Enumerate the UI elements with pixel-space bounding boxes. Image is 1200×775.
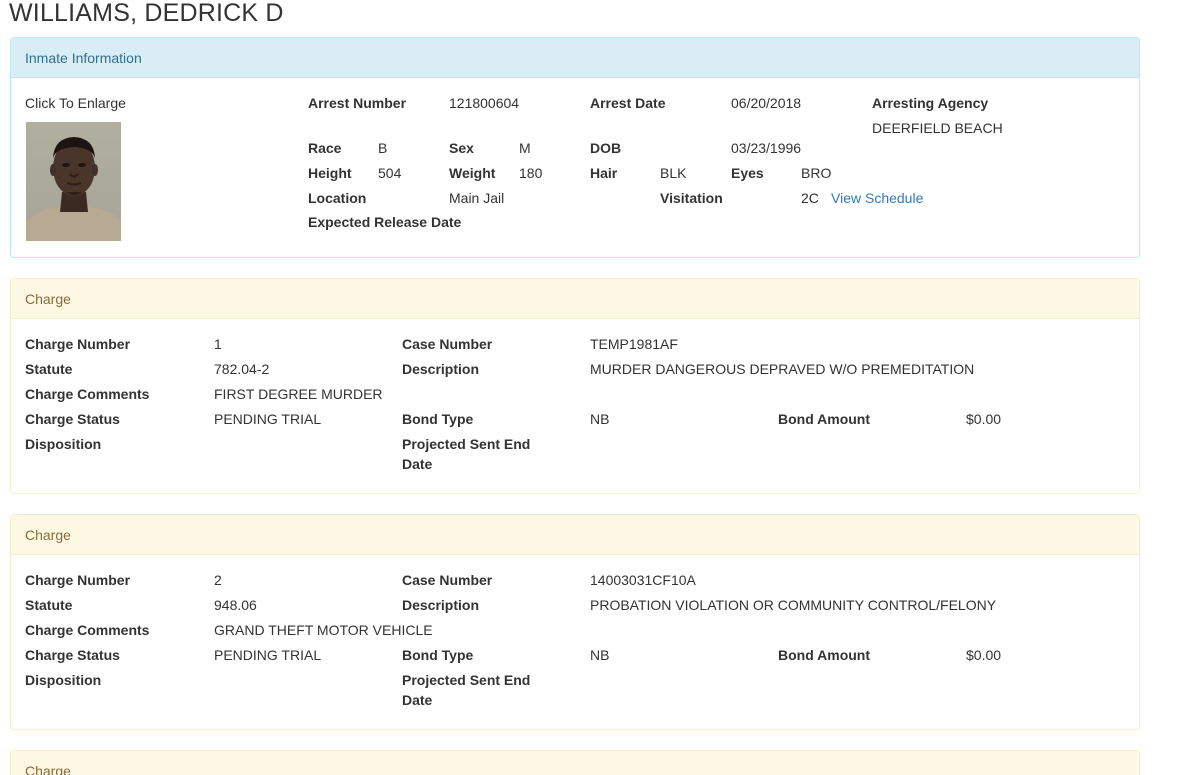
statute-label: Statute — [25, 597, 73, 613]
description-value: MURDER DANGEROUS DEPRAVED W/O PREMEDITAT… — [590, 361, 975, 377]
view-schedule-link[interactable]: View Schedule — [831, 188, 923, 208]
charge-comments-value: GRAND THEFT MOTOR VEHICLE — [214, 622, 433, 638]
charge-panel-1: Charge Charge Number 1 Case Number TEMP1… — [10, 278, 1140, 494]
charge-number-value: 1 — [214, 336, 222, 352]
height-value: 504 — [378, 165, 402, 181]
bond-type-label: Bond Type — [402, 647, 474, 663]
visitation-value: 2C — [801, 190, 819, 206]
bond-amount-value: $0.00 — [966, 411, 1002, 427]
location-label: Location — [308, 190, 367, 206]
description-label: Description — [402, 361, 480, 377]
hair-value: BLK — [660, 165, 687, 181]
page-title: WILLIAMS, DEDRICK D — [9, 0, 284, 27]
height-label: Height — [308, 165, 352, 181]
race-value: B — [378, 140, 388, 156]
bond-amount-label: Bond Amount — [778, 647, 871, 663]
inmate-photo[interactable] — [26, 122, 121, 241]
arrest-number-label: Arrest Number — [308, 95, 407, 111]
case-number-value: 14003031CF10A — [590, 572, 696, 588]
sex-label: Sex — [449, 140, 474, 156]
mugshot-image — [26, 137, 121, 241]
projected-sent-end-label: Projected Sent End — [402, 672, 531, 688]
weight-label: Weight — [449, 165, 496, 181]
charge-panel-3: Charge — [10, 750, 1140, 775]
sex-value: M — [519, 140, 531, 156]
arrest-date-label: Arrest Date — [590, 95, 666, 111]
inmate-information-panel: Inmate Information Click To Enlarge Arre… — [10, 37, 1140, 258]
statute-value: 948.06 — [214, 597, 257, 613]
expected-release-date-label: Expected Release Date — [308, 214, 462, 230]
charge-status-label: Charge Status — [25, 411, 120, 427]
statute-label: Statute — [25, 361, 73, 377]
eyes-value: BRO — [801, 165, 832, 181]
eyes-label: Eyes — [731, 165, 764, 181]
description-label: Description — [402, 597, 480, 613]
case-number-label: Case Number — [402, 336, 493, 352]
arrest-number-value: 121800604 — [449, 95, 520, 111]
charge-number-label: Charge Number — [25, 572, 131, 588]
charge-comments-label: Charge Comments — [25, 386, 150, 402]
location-value: Main Jail — [449, 190, 505, 206]
disposition-label: Disposition — [25, 436, 102, 452]
charge-status-value: PENDING TRIAL — [214, 411, 322, 427]
charge-heading: Charge — [11, 515, 1139, 555]
arresting-agency-label: Arresting Agency — [872, 95, 989, 111]
arrest-date-value: 06/20/2018 — [731, 95, 802, 111]
charge-heading: Charge — [11, 751, 1139, 775]
projected-sent-end-label: Projected Sent End — [402, 436, 531, 452]
inmate-information-heading: Inmate Information — [11, 38, 1139, 78]
bond-amount-value: $0.00 — [966, 647, 1002, 663]
charge-comments-label: Charge Comments — [25, 622, 150, 638]
charge-panel-2: Charge Charge Number 2 Case Number 14003… — [10, 514, 1140, 730]
description-value: PROBATION VIOLATION OR COMMUNITY CONTROL… — [590, 597, 997, 613]
weight-value: 180 — [519, 165, 543, 181]
charge-status-label: Charge Status — [25, 647, 120, 663]
charge-status-value: PENDING TRIAL — [214, 647, 322, 663]
arresting-agency-value: DEERFIELD BEACH — [872, 120, 1003, 136]
case-number-value: TEMP1981AF — [590, 336, 678, 352]
charge-number-value: 2 — [214, 572, 222, 588]
disposition-label: Disposition — [25, 672, 102, 688]
hair-label: Hair — [590, 165, 618, 181]
charge-comments-value: FIRST DEGREE MURDER — [214, 386, 383, 402]
bond-type-label: Bond Type — [402, 411, 474, 427]
case-number-label: Case Number — [402, 572, 493, 588]
bond-type-value: NB — [590, 647, 610, 663]
projected-sent-end-label-date: Date — [402, 456, 433, 472]
charge-number-label: Charge Number — [25, 336, 131, 352]
charge-heading: Charge — [11, 279, 1139, 319]
statute-value: 782.04-2 — [214, 361, 270, 377]
projected-sent-end-label-date: Date — [402, 692, 433, 708]
visitation-label: Visitation — [660, 190, 723, 206]
race-label: Race — [308, 140, 342, 156]
dob-value: 03/23/1996 — [731, 140, 802, 156]
dob-label: DOB — [590, 140, 622, 156]
bond-amount-label: Bond Amount — [778, 411, 871, 427]
photo-caption[interactable]: Click To Enlarge — [25, 93, 126, 113]
bond-type-value: NB — [590, 411, 610, 427]
